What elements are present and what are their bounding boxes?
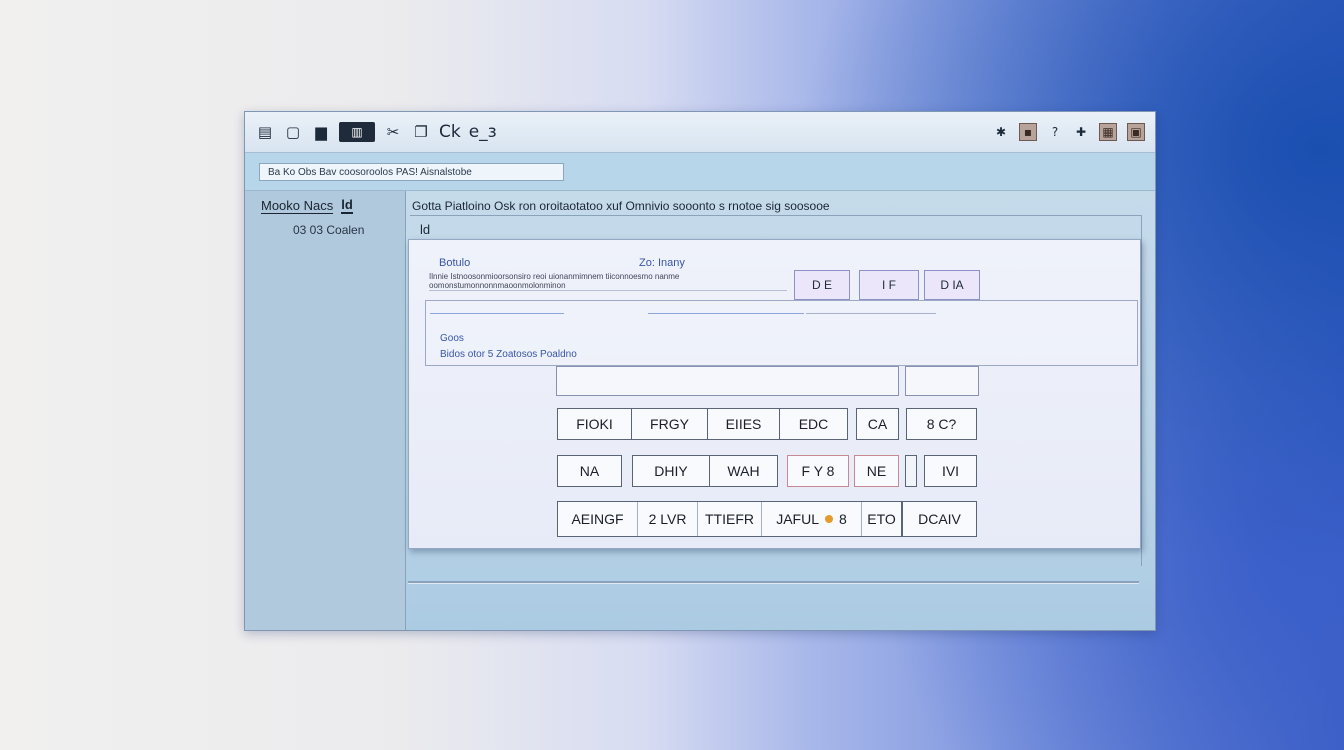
toolbar-right-icons: ✱ ▪ ? ✚ ▦ ▣ [993,123,1145,141]
key-aeingf[interactable]: AEINGF [558,502,638,536]
sidebar: Mooko Nacs ld 03 03 Coalen [245,191,406,630]
panel-icon[interactable]: ▆ [311,122,331,142]
section-subcaption[interactable]: Bidos otor 5 Zoatosos Poaldno [440,349,577,360]
text-input[interactable] [556,366,899,396]
section-rule-2 [648,313,804,314]
cut-icon[interactable]: ✂ [383,122,403,142]
small-input[interactable] [905,366,979,396]
key-ivi[interactable]: IVI [924,455,977,487]
toolbar-left-icons: ▤ ▢ ▆ ▥ ✂ ❐ Ck e_з [255,122,497,142]
key-fioki[interactable]: FIOKI [558,409,632,439]
sub-panel-label: ld [420,222,431,237]
key-wah[interactable]: WAH [710,456,777,486]
dialog-label-left: Botulo [439,257,471,269]
key-na[interactable]: NA [557,455,622,487]
box-icon[interactable]: ▪ [1019,123,1037,141]
keyboard-row-3: AEINGF 2 LVR TTIEFR JAFUL 8 ETO DCAIV [557,501,977,537]
sidebar-item[interactable]: 03 03 Coalen [293,223,364,237]
close-icon[interactable]: ▣ [1127,123,1145,141]
toolbar: ▤ ▢ ▆ ▥ ✂ ❐ Ck e_з ✱ ▪ ? ✚ ▦ ▣ [245,112,1155,153]
key-dhiy[interactable]: DHIY [633,456,710,486]
key-ne[interactable]: NE [854,455,899,487]
section-caption: Goos [440,333,464,344]
star-icon[interactable]: ✱ [993,124,1009,140]
key-blank[interactable] [905,455,917,487]
key-2lvr[interactable]: 2 LVR [638,502,698,536]
address-bar: Ba Ko Obs Bav coosoroolos PAS! Aisnalsto… [245,153,1155,191]
app-window: ▤ ▢ ▆ ▥ ✂ ❐ Ck e_з ✱ ▪ ? ✚ ▦ ▣ Ba Ko Obs… [244,111,1156,631]
dialog-section: Goos Bidos otor 5 Zoatosos Poaldno [425,300,1138,366]
orange-dot-icon [825,515,833,523]
key-dcaiv[interactable]: DCAIV [902,502,976,536]
key-8-label: 8 [839,511,847,527]
divider [408,581,1139,583]
key-frgy[interactable]: FRGY [632,409,708,439]
key-eto[interactable]: ETO [862,502,902,536]
toolbar-text-item-1[interactable]: Ck [439,122,461,142]
section-rule-3 [806,313,936,314]
key-8c[interactable]: 8 C? [906,408,977,440]
sidebar-header-label: Mooko Nacs [261,197,334,214]
key-eiies[interactable]: EIIES [708,409,780,439]
key-edc[interactable]: EDC [780,409,847,439]
document-icon[interactable]: ▢ [283,122,303,142]
key-fy8[interactable]: F Y 8 [787,455,849,487]
grid-icon[interactable]: ▦ [1099,123,1117,141]
copy-icon[interactable]: ❐ [411,122,431,142]
breadcrumb: Gotta Piatloino Osk ron oroitaotatoo xuf… [412,199,830,213]
keyboard-row-1: FIOKI FRGY EIIES EDC [557,408,848,440]
main-content: Gotta Piatloino Osk ron oroitaotatoo xuf… [406,191,1155,630]
dialog-button-2[interactable]: I F [859,270,919,300]
dialog-label-right: Zo: Inany [639,257,685,269]
toolbar-text-item-2[interactable]: e_з [469,122,497,142]
key-jaful[interactable]: JAFUL 8 [762,502,862,536]
key-ca[interactable]: CA [856,408,899,440]
section-rule-1 [430,313,564,314]
dialog-button-3[interactable]: D IA [924,270,980,300]
sidebar-header[interactable]: Mooko Nacs ld [261,197,353,214]
key-jaful-label: JAFUL [776,511,819,527]
help-icon[interactable]: ? [1047,124,1063,140]
dialog: Botulo Zo: Inany Ilnnie Istnoosonmioorso… [408,239,1141,549]
dialog-button-1[interactable]: D E [794,270,850,300]
dialog-description: Ilnnie Istnoosonmioorsonsiro reoi uionan… [429,272,787,291]
keyboard-row-2-group: DHIY WAH [632,455,778,487]
address-input[interactable]: Ba Ko Obs Bav coosoroolos PAS! Aisnalsto… [259,163,564,181]
sidebar-header-badge: ld [341,197,353,214]
view-icon[interactable]: ▥ [339,122,375,142]
pin-icon[interactable]: ✚ [1073,124,1089,140]
save-icon[interactable]: ▤ [255,122,275,142]
key-ttiefr[interactable]: TTIEFR [698,502,762,536]
